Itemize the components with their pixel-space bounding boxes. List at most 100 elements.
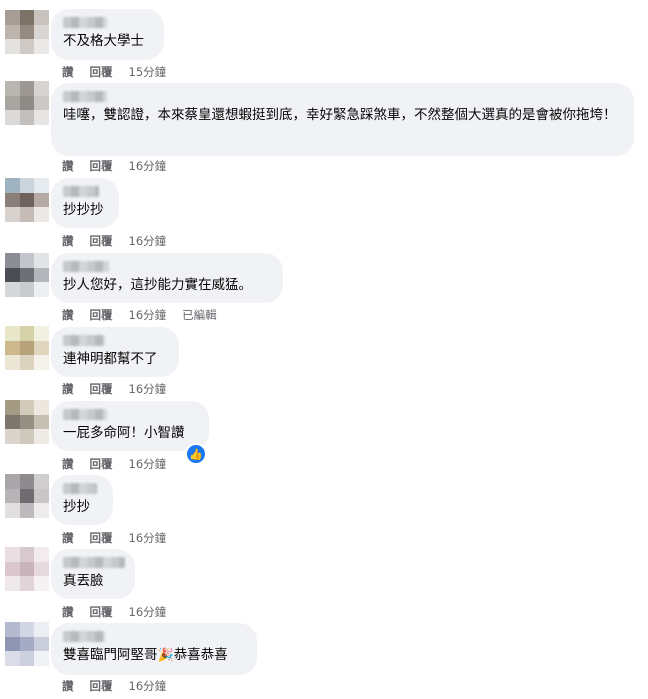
thumbs-up-icon: 👍 (189, 447, 203, 461)
timestamp[interactable]: 16分鐘 (129, 307, 167, 323)
avatar-pixel (5, 561, 20, 577)
avatar-pixel (5, 355, 20, 370)
avatar-pixel (34, 355, 49, 370)
author-name-blurred[interactable] (63, 409, 107, 420)
avatar-pixel (34, 81, 49, 96)
author-name-blurred[interactable] (63, 91, 107, 102)
avatar[interactable] (5, 253, 49, 297)
comment-text: 哇噻，雙認證，本來蔡皇還想蝦挺到底，幸好緊急踩煞車，不然整個大選真的是會被你拖垮… (63, 107, 617, 123)
comment-text: 抄人您好，這抄能力實在威猛。 (63, 277, 252, 293)
avatar-pixel (5, 39, 20, 54)
author-name-blurred[interactable] (63, 261, 109, 272)
comment-text: 一屁多命阿！小智讚 (63, 425, 185, 441)
timestamp[interactable]: 16分鐘 (129, 530, 167, 546)
avatar-pixel (19, 503, 35, 518)
author-name-blurred[interactable] (63, 557, 125, 568)
like-link[interactable]: 讚 (62, 678, 74, 694)
like-link[interactable]: 讚 (62, 233, 74, 249)
reply-link[interactable]: 回覆 (90, 64, 113, 80)
reply-link[interactable]: 回覆 (90, 233, 113, 249)
avatar-pixel (19, 39, 35, 54)
comment-bubble: 哇噻，雙認證，本來蔡皇還想蝦挺到底，幸好緊急踩煞車，不然整個大選真的是會被你拖垮… (51, 83, 634, 156)
avatar-pixel (34, 207, 49, 222)
avatar-pixel (34, 636, 49, 652)
avatar[interactable] (5, 547, 49, 591)
author-name-blurred[interactable] (63, 335, 105, 346)
avatar[interactable] (5, 178, 49, 222)
avatar-pixel (34, 178, 49, 193)
reply-link[interactable]: 回覆 (90, 678, 113, 694)
comment-bubble: 雙喜臨門阿堅哥🎉恭喜恭喜 (51, 623, 257, 675)
avatar-pixel (19, 355, 35, 370)
avatar-pixel (19, 24, 35, 40)
author-name-blurred[interactable] (63, 631, 105, 642)
like-link[interactable]: 讚 (62, 530, 74, 546)
comment-bubble: 不及格大學士 (51, 9, 164, 60)
avatar-pixel (19, 547, 35, 562)
reply-link[interactable]: 回覆 (90, 530, 113, 546)
reply-link[interactable]: 回覆 (90, 604, 113, 620)
comment-bubble: 抄抄 (51, 475, 113, 525)
avatar[interactable] (5, 400, 49, 444)
timestamp[interactable]: 16分鐘 (129, 604, 167, 620)
reply-link[interactable]: 回覆 (90, 456, 113, 472)
avatar[interactable] (5, 326, 49, 370)
reply-link[interactable]: 回覆 (90, 307, 113, 323)
like-reaction-badge[interactable]: 👍 (185, 443, 207, 465)
avatar[interactable] (5, 10, 49, 54)
avatar-pixel (5, 178, 20, 193)
edited-label[interactable]: 已編輯 (182, 307, 217, 323)
like-link[interactable]: 讚 (62, 456, 74, 472)
avatar-pixel (34, 429, 49, 444)
like-link[interactable]: 讚 (62, 158, 74, 174)
avatar-pixel (34, 39, 49, 54)
avatar-pixel (19, 622, 35, 637)
avatar[interactable] (5, 474, 49, 518)
timestamp[interactable]: 16分鐘 (129, 381, 167, 397)
avatar-pixel (5, 192, 20, 208)
timestamp[interactable]: 16分鐘 (129, 233, 167, 249)
author-name-blurred[interactable] (63, 483, 97, 494)
avatar-pixel (5, 207, 20, 222)
avatar-pixel (5, 622, 20, 637)
avatar-pixel (19, 10, 35, 25)
comment-actions: 讚 回覆 16分鐘 (62, 381, 166, 397)
avatar-pixel (34, 95, 49, 111)
avatar-pixel (34, 192, 49, 208)
reply-link[interactable]: 回覆 (90, 381, 113, 397)
avatar-pixel (34, 400, 49, 415)
timestamp[interactable]: 16分鐘 (129, 678, 167, 694)
avatar-pixel (5, 636, 20, 652)
like-link[interactable]: 讚 (62, 307, 74, 323)
timestamp[interactable]: 16分鐘 (129, 456, 167, 472)
avatar[interactable] (5, 81, 49, 125)
author-name-blurred[interactable] (63, 186, 99, 197)
comment-bubble: 一屁多命阿！小智讚 (51, 401, 209, 451)
avatar-pixel (34, 110, 49, 125)
comment-bubble: 真丟臉 (51, 549, 135, 599)
avatar-pixel (34, 414, 49, 430)
avatar-pixel (34, 282, 49, 297)
comment-text-part: 雙喜臨門阿堅哥 (63, 647, 158, 663)
timestamp[interactable]: 15分鐘 (129, 64, 167, 80)
avatar-pixel (19, 253, 35, 268)
avatar-pixel (5, 576, 20, 591)
avatar-pixel (5, 474, 20, 489)
like-link[interactable]: 讚 (62, 604, 74, 620)
like-link[interactable]: 讚 (62, 381, 74, 397)
avatar-pixel (19, 282, 35, 297)
comment-text: 抄抄 (63, 499, 90, 515)
timestamp[interactable]: 16分鐘 (129, 158, 167, 174)
comment-text: 抄抄抄 (63, 202, 104, 218)
avatar[interactable] (5, 622, 49, 666)
avatar-pixel (19, 110, 35, 125)
avatar-pixel (5, 81, 20, 96)
avatar-pixel (34, 547, 49, 562)
like-link[interactable]: 讚 (62, 64, 74, 80)
avatar-pixel (5, 110, 20, 125)
reply-link[interactable]: 回覆 (90, 158, 113, 174)
author-name-blurred[interactable] (63, 17, 107, 28)
comment-text: 不及格大學士 (63, 33, 144, 49)
avatar-pixel (5, 10, 20, 25)
avatar-pixel (19, 178, 35, 193)
